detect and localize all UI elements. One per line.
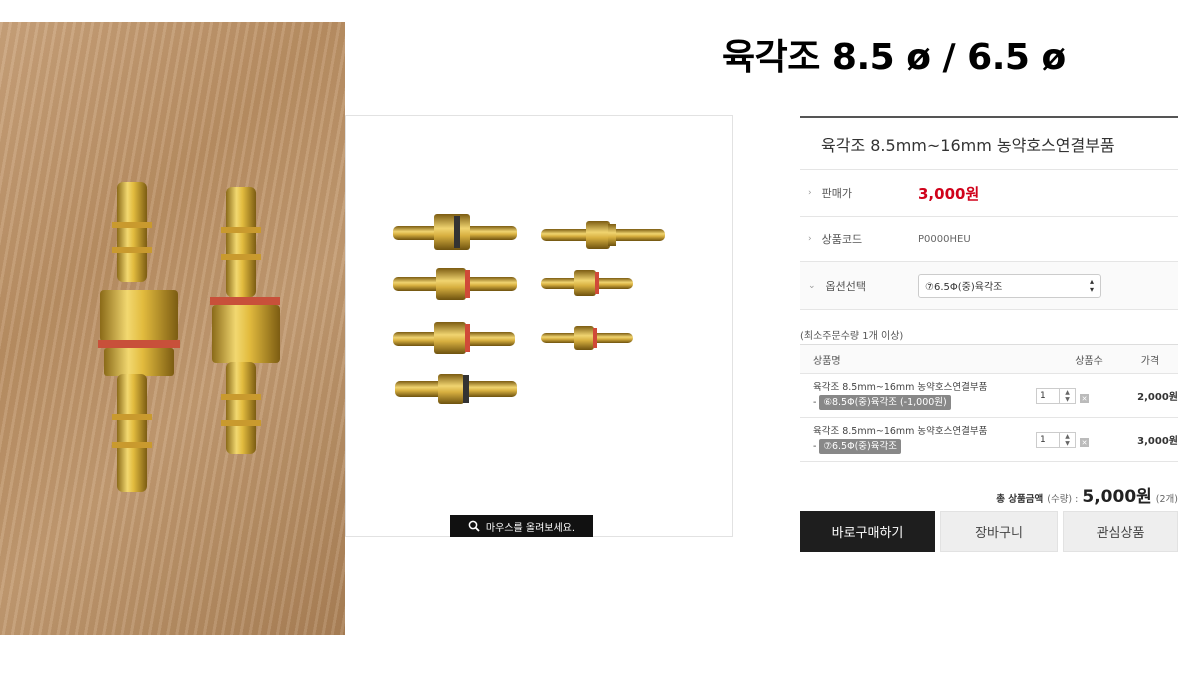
stepper-arrows-icon[interactable]: ▲ ▼ <box>1059 432 1075 447</box>
order-table: 상품명 상품수 가격 육각조 8.5mm~16mm 농약호스연결부품 - ⑥8.… <box>800 344 1178 462</box>
quantity-stepper[interactable]: 1 ▲ ▼ <box>1036 431 1076 448</box>
quantity-value: 1 <box>1040 390 1046 401</box>
zoom-hint: 마우스를 올려보세요. <box>450 515 593 537</box>
row-dash: - <box>813 396 817 408</box>
row-product-name: 육각조 8.5mm~16mm 농약호스연결부품 <box>813 425 988 437</box>
row-dash: - <box>813 440 817 452</box>
order-table-header: 상품명 상품수 가격 <box>800 345 1178 374</box>
product-info-panel: 육각조 8.5mm~16mm 농약호스연결부품 › 판매가 3,000원 › 상… <box>800 116 1178 310</box>
code-label: 상품코드 <box>821 233 863 246</box>
action-buttons: 바로구매하기 장바구니 관심상품 <box>800 511 1178 552</box>
row-product-name: 육각조 8.5mm~16mm 농약호스연결부품 <box>813 381 988 393</box>
product-price: 3,000원 <box>918 184 980 203</box>
total-amount: 5,000원 <box>1082 487 1152 507</box>
product-photo <box>0 22 345 635</box>
page-title: 육각조 8.5 ø / 6.5 ø <box>722 37 1066 78</box>
remove-item-button[interactable]: ✕ <box>1080 438 1089 447</box>
total-sub-label: (수량) : <box>1047 494 1079 505</box>
code-row: › 상품코드 P0000HEU <box>800 217 1178 262</box>
chevron-down-icon: ⌄ <box>808 280 816 291</box>
buy-now-button[interactable]: 바로구매하기 <box>800 511 935 552</box>
table-row: 육각조 8.5mm~16mm 농약호스연결부품 - ⑦6.5Φ(중)육각조 1 … <box>800 418 1178 462</box>
brass-fittings-photo-illustration <box>98 182 280 492</box>
zoom-hint-label: 마우스를 올려보세요. <box>485 522 576 534</box>
quantity-value: 1 <box>1040 434 1046 445</box>
row-option-tag: ⑦6.5Φ(중)육각조 <box>819 438 901 455</box>
option-selected-value: ⑦6.5Φ(중)육각조 <box>925 282 1003 293</box>
total-count: (2개) <box>1155 494 1178 505</box>
total-summary: 총 상품금액 (수량) : 5,000원 (2개) <box>996 482 1178 507</box>
quantity-stepper[interactable]: 1 ▲ ▼ <box>1036 387 1076 404</box>
table-row: 육각조 8.5mm~16mm 농약호스연결부품 - ⑥8.5Φ(중)육각조 (-… <box>800 374 1178 418</box>
remove-item-button[interactable]: ✕ <box>1080 394 1089 403</box>
select-arrows-icon: ▴ ▾ <box>1089 276 1094 294</box>
fittings-lineup-illustration <box>393 214 665 404</box>
header-quantity: 상품수 <box>1075 355 1103 367</box>
add-to-cart-button[interactable]: 장바구니 <box>940 511 1058 552</box>
stepper-arrows-icon[interactable]: ▲ ▼ <box>1059 388 1075 403</box>
min-order-note: (최소주문수량 1개 이상) <box>800 331 904 342</box>
magnifier-icon <box>468 520 480 532</box>
row-price: 3,000원 <box>1137 436 1178 447</box>
product-name: 육각조 8.5mm~16mm 농약호스연결부품 <box>800 118 1178 170</box>
chevron-right-icon: › <box>808 234 812 244</box>
header-product-name: 상품명 <box>813 355 841 367</box>
row-option-tag: ⑥8.5Φ(중)육각조 (-1,000원) <box>819 394 951 411</box>
row-price: 2,000원 <box>1137 392 1178 403</box>
price-row: › 판매가 3,000원 <box>800 170 1178 217</box>
header-price: 가격 <box>1140 355 1160 367</box>
option-label: 옵션선택 <box>825 279 867 293</box>
product-code: P0000HEU <box>918 233 971 245</box>
chevron-right-icon: › <box>808 188 812 198</box>
total-label: 총 상품금액 <box>996 494 1044 505</box>
wishlist-button[interactable]: 관심상품 <box>1063 511 1178 552</box>
option-row: ⌄ 옵션선택 ⑦6.5Φ(중)육각조 ▴ ▾ <box>800 262 1178 310</box>
product-main-image[interactable] <box>345 115 733 537</box>
option-select[interactable]: ⑦6.5Φ(중)육각조 ▴ ▾ <box>918 273 1101 298</box>
price-label: 판매가 <box>821 187 852 200</box>
